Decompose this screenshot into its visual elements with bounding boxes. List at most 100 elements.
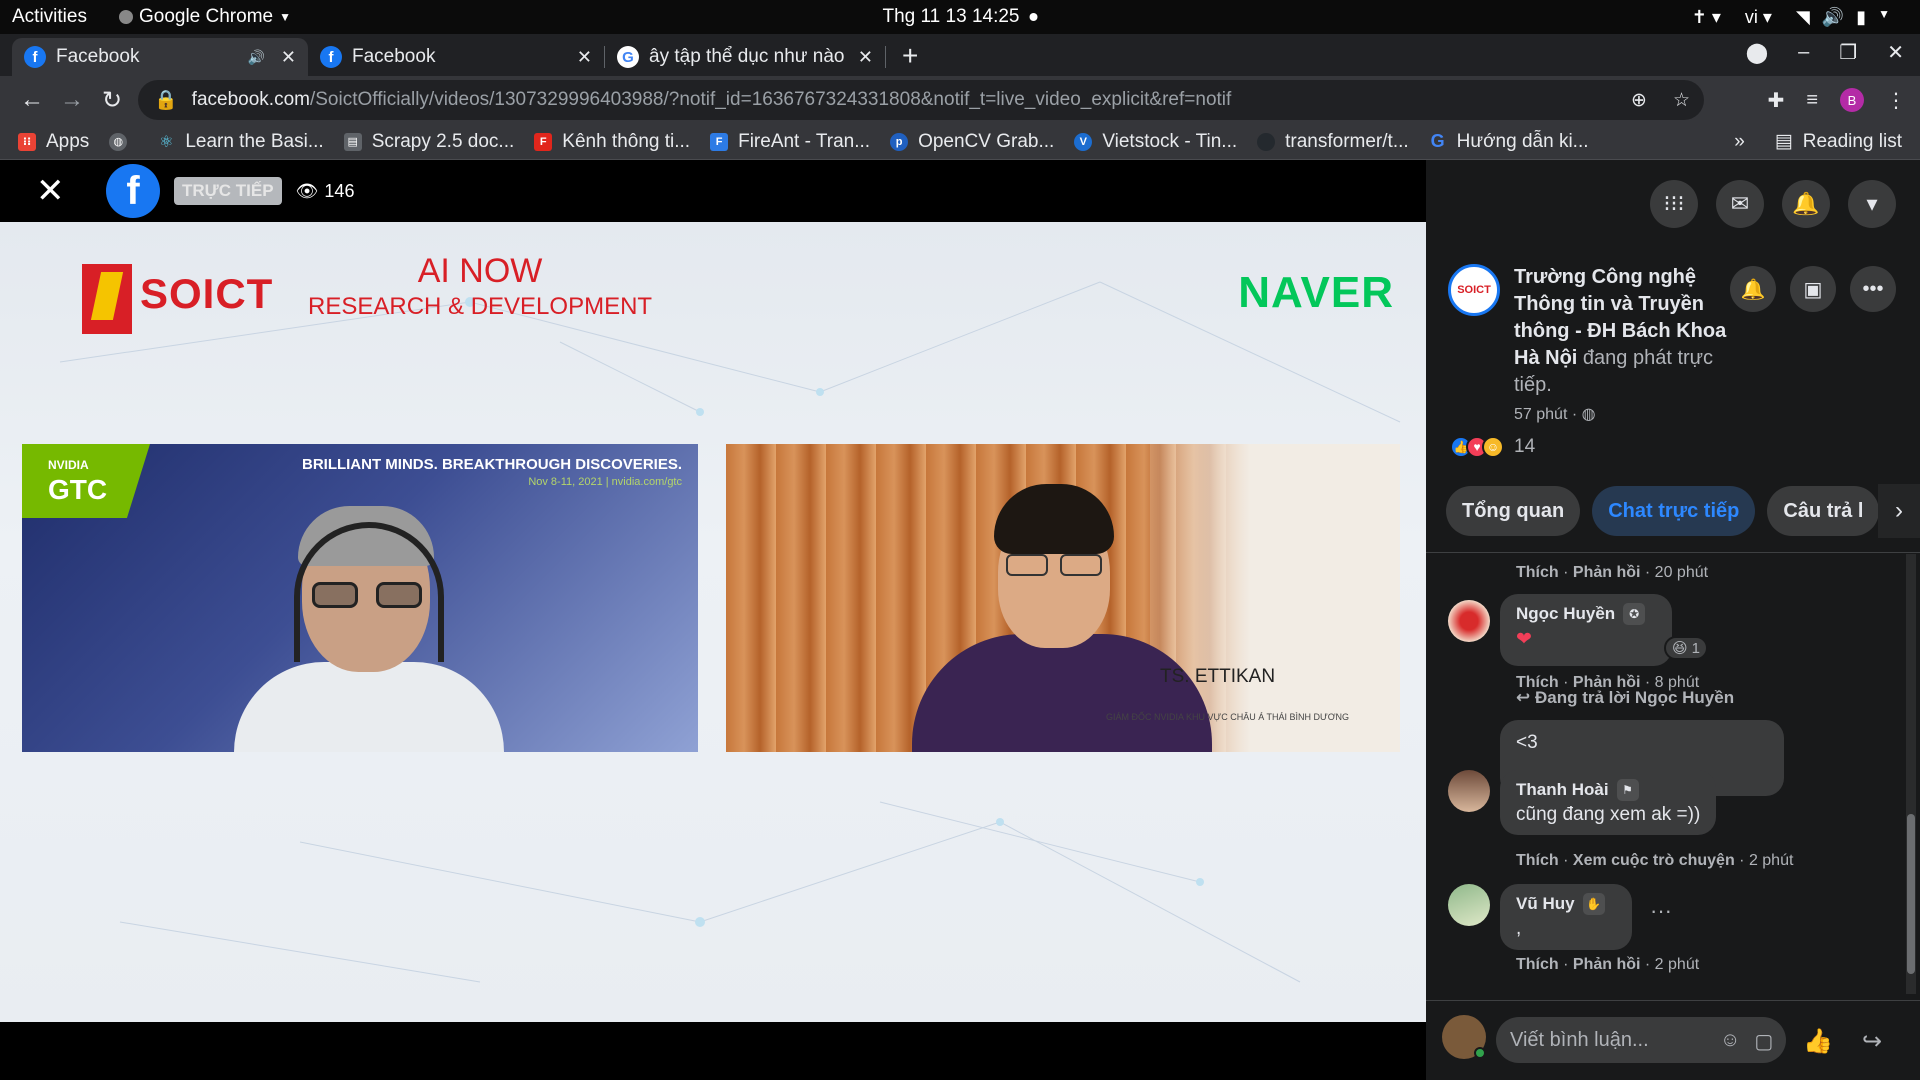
tab-overview[interactable]: Tổng quan xyxy=(1446,486,1581,536)
speaker-panel-right: TS. ETTIKAN GIÁM ĐỐC NVIDIA KHU VỰC CHÂU… xyxy=(726,444,1400,752)
volume-icon: 🔊 xyxy=(1821,6,1845,27)
close-icon[interactable]: ✕ xyxy=(36,171,76,211)
back-icon[interactable]: ← xyxy=(14,86,50,114)
tab-facebook-2[interactable]: f Facebook ✕ xyxy=(308,38,604,76)
speaker-icon[interactable]: 🔊 xyxy=(247,49,264,66)
comment-meta: Thích · Xem cuộc trò chuyện · 2 phút xyxy=(1516,852,1794,869)
bell-icon[interactable]: 🔔 xyxy=(1730,266,1776,312)
reload-icon[interactable]: ↻ xyxy=(94,86,130,115)
chrome-menu-icon[interactable]: ⋮ xyxy=(1886,88,1906,113)
globe-icon: ◍ xyxy=(1581,406,1596,423)
facebook-logo-icon[interactable]: f xyxy=(106,164,160,218)
notifications-icon[interactable]: 🔔 xyxy=(1782,180,1830,228)
like-button-icon[interactable]: 👍 xyxy=(1796,1019,1840,1063)
tab-separator xyxy=(885,46,886,68)
video-player[interactable]: ✕ f TRỰC TIẾP 👁 146 SOICT AI NOW RESEARC… xyxy=(0,160,1426,1080)
avatar[interactable] xyxy=(1448,770,1490,812)
more-bookmarks-icon[interactable]: » xyxy=(1734,131,1745,153)
accessibility-icon[interactable]: ✝ ▾ xyxy=(1692,7,1721,28)
extensions-icon[interactable]: ✚ xyxy=(1768,88,1785,113)
tab-title: Facebook xyxy=(56,46,140,67)
url-path: /SoictOfficially/videos/1307329996403988… xyxy=(309,89,1232,110)
page-avatar[interactable]: SOICT xyxy=(1448,264,1500,316)
lock-icon[interactable]: 🔒 xyxy=(154,88,178,112)
reaction-summary[interactable]: 👍 ♥ ☺ 14 xyxy=(1450,436,1535,458)
emoji-icon[interactable]: ☺ xyxy=(1720,1029,1740,1054)
google-icon: G xyxy=(1430,131,1445,151)
scrollbar-thumb[interactable] xyxy=(1907,814,1915,974)
reply-link[interactable]: Phản hồi xyxy=(1573,564,1641,581)
vietstock-icon: V xyxy=(1074,132,1093,151)
url-host: facebook.com xyxy=(191,89,310,110)
reply-link[interactable]: Phản hồi xyxy=(1573,956,1641,973)
zoom-icon[interactable]: ⊕ xyxy=(1631,89,1647,112)
like-link[interactable]: Thích xyxy=(1516,564,1559,581)
google-icon: G xyxy=(617,46,639,68)
comment-reaction-pill[interactable]: 😆 1 xyxy=(1664,636,1708,660)
messenger-icon[interactable]: ✉ xyxy=(1716,180,1764,228)
activities-button[interactable]: Activities xyxy=(12,6,87,28)
comment-scrollbar[interactable] xyxy=(1906,554,1916,994)
address-bar[interactable]: 🔒 facebook.com/SoictOfficially/videos/13… xyxy=(138,80,1704,120)
sticker-icon[interactable]: ▢ xyxy=(1754,1029,1773,1054)
post-time[interactable]: 57 phút · ◍ xyxy=(1514,404,1596,424)
minimize-icon[interactable]: – xyxy=(1798,41,1809,64)
close-tab-icon[interactable]: ✕ xyxy=(281,47,296,68)
reading-list-button[interactable]: ▤ Reading list xyxy=(1775,130,1902,153)
bookmark-apps[interactable]: ⁝⁝ Apps xyxy=(18,131,89,153)
view-conversation-link[interactable]: Xem cuộc trò chuyện xyxy=(1573,852,1735,869)
like-link[interactable]: Thích xyxy=(1516,852,1559,869)
bookmark-globe[interactable]: ◍ xyxy=(109,132,137,151)
close-window-icon[interactable]: ✕ xyxy=(1887,40,1904,65)
tab-facebook-1[interactable]: f Facebook 🔊 ✕ xyxy=(12,38,308,76)
close-tab-icon[interactable]: ✕ xyxy=(858,47,873,68)
bookmark-kenh[interactable]: F Kênh thông ti... xyxy=(534,131,690,153)
clock[interactable]: Thg 11 13 14:25 xyxy=(883,6,1038,28)
media-controls-icon[interactable]: ≡ xyxy=(1806,89,1818,112)
app-menu-label: Google Chrome xyxy=(138,6,274,27)
tab-answers[interactable]: Câu trả l xyxy=(1767,486,1880,536)
tab-google-search[interactable]: G ây tập thể dục như nào l ✕ xyxy=(605,38,885,76)
bookmark-star-icon[interactable]: ☆ xyxy=(1673,89,1690,112)
like-link[interactable]: Thích xyxy=(1516,956,1559,973)
restore-icon[interactable]: ❐ xyxy=(1839,40,1857,65)
video-frame[interactable]: SOICT AI NOW RESEARCH & DEVELOPMENT NAVE… xyxy=(0,222,1426,1022)
account-dropdown-icon[interactable]: ▾ xyxy=(1848,180,1896,228)
commenter-name[interactable]: Ngọc Huyền xyxy=(1516,604,1615,624)
app-menu[interactable]: Google Chrome ▼ xyxy=(118,6,291,28)
more-options-icon[interactable]: ••• xyxy=(1850,266,1896,312)
bookmark-vietstock[interactable]: V Vietstock - Tin... xyxy=(1074,131,1237,153)
naver-logo: NAVER xyxy=(1238,268,1394,317)
live-sidebar: ⁝⁝⁝ ✉ 🔔 ▾ SOICT Trường Công nghệ Thông t… xyxy=(1426,160,1920,1080)
avatar[interactable] xyxy=(1448,884,1490,926)
bookmark-fireant[interactable]: F FireAnt - Tran... xyxy=(710,131,870,153)
tab-live-chat[interactable]: Chat trực tiếp xyxy=(1592,486,1756,536)
bookmark-scrapy[interactable]: ▤ Scrapy 2.5 doc... xyxy=(343,131,514,153)
menu-grid-icon[interactable]: ⁝⁝⁝ xyxy=(1650,180,1698,228)
eye-icon: 👁 xyxy=(295,180,319,201)
bookmark-react[interactable]: ⚛ Learn the Basi... xyxy=(157,131,324,153)
close-tab-icon[interactable]: ✕ xyxy=(577,47,592,68)
bookmark-huong-dan[interactable]: G Hướng dẫn ki... xyxy=(1429,131,1589,153)
system-top-bar: Activities Google Chrome ▼ Thg 11 13 14:… xyxy=(0,0,1920,34)
comment-more-icon[interactable]: ··· xyxy=(1650,898,1672,924)
bookmark-opencv[interactable]: p OpenCV Grab... xyxy=(890,131,1054,153)
bookmark-transformer[interactable]: transformer/t... xyxy=(1257,131,1409,153)
input-method[interactable]: vi ▾ xyxy=(1745,7,1772,28)
system-menu[interactable]: ◥ 🔊 ▮ ▼ xyxy=(1796,7,1890,28)
avatar[interactable] xyxy=(1448,600,1490,642)
caret-down-icon: ▼ xyxy=(279,10,291,24)
chevron-right-icon[interactable]: › xyxy=(1878,484,1920,538)
profile-avatar[interactable]: B xyxy=(1840,88,1864,112)
forward-icon[interactable]: → xyxy=(54,86,90,114)
commenter-name[interactable]: Vũ Huy xyxy=(1516,894,1575,914)
save-icon[interactable]: ▣ xyxy=(1790,266,1836,312)
tab-search-icon[interactable]: ⬤ xyxy=(1746,40,1768,65)
replying-indicator: ↩ Đang trả lời Ngọc Huyền xyxy=(1516,688,1734,708)
bookmark-label: Kênh thông ti... xyxy=(562,130,691,152)
new-tab-button[interactable]: + xyxy=(902,40,918,72)
commenter-name[interactable]: Thanh Hoài xyxy=(1516,780,1609,800)
soict-logo xyxy=(82,264,132,334)
share-icon[interactable]: ↪ xyxy=(1850,1019,1894,1063)
viewer-count-value: 146 xyxy=(324,180,355,201)
